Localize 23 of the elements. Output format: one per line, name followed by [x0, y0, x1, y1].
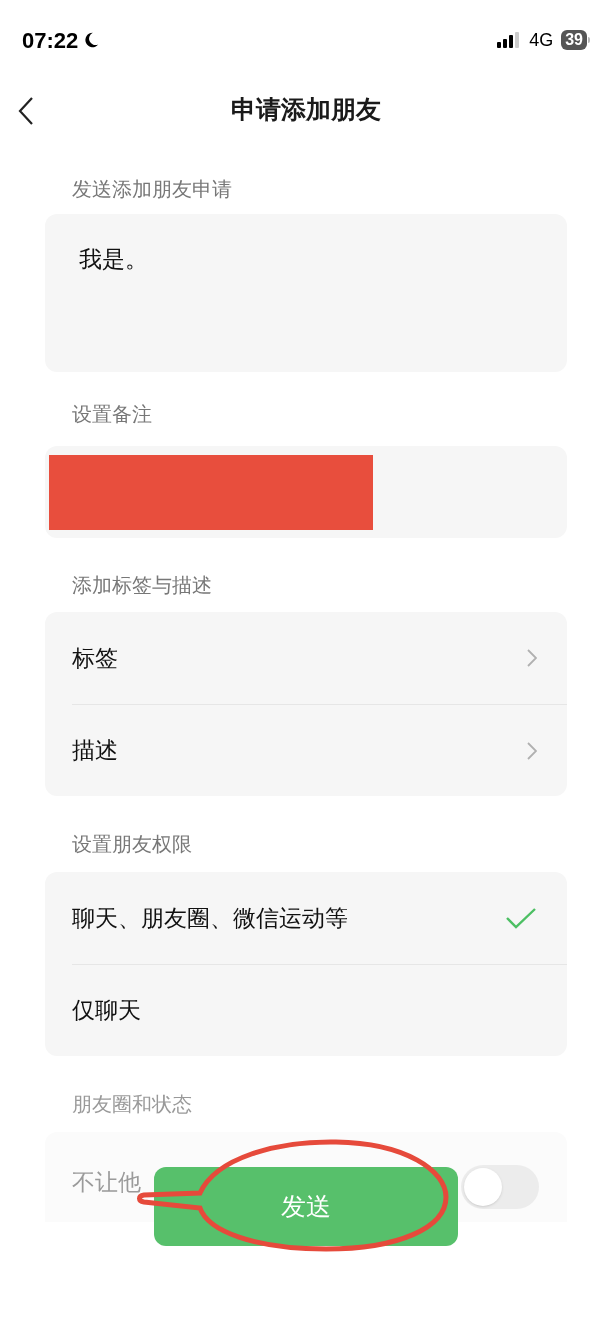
network-label: 4G [529, 28, 554, 52]
toggle-switch[interactable] [461, 1165, 539, 1209]
back-icon [18, 96, 34, 126]
list-row[interactable]: 描述 [72, 704, 567, 796]
signal-icon [497, 32, 522, 48]
section-label: 添加标签与描述 [71, 573, 213, 598]
section-label: 设置备注 [71, 402, 153, 427]
battery-icon: 39 [561, 30, 590, 50]
back-button[interactable] [18, 96, 34, 126]
chevron-right-icon [527, 741, 537, 760]
section-label: 发送添加朋友申请 [71, 177, 233, 202]
row-label: 不让他 [72, 1167, 141, 1197]
remark-field[interactable] [45, 446, 567, 538]
page-title: 申请添加朋友 [231, 94, 381, 126]
permission-option[interactable]: 仅聊天 [72, 964, 567, 1056]
chevron-right-icon [527, 649, 537, 667]
section-label: 设置朋友权限 [71, 832, 193, 857]
status-time: 07:22 [22, 26, 79, 55]
permission-option[interactable]: 聊天、朋友圈、微信运动等 [72, 872, 567, 964]
request-message-field[interactable]: 我是。 [45, 214, 567, 372]
checkmark-icon [505, 907, 537, 929]
section-label: 朋友圈和状态 [71, 1092, 193, 1117]
list-row[interactable]: 标签 [72, 612, 567, 704]
